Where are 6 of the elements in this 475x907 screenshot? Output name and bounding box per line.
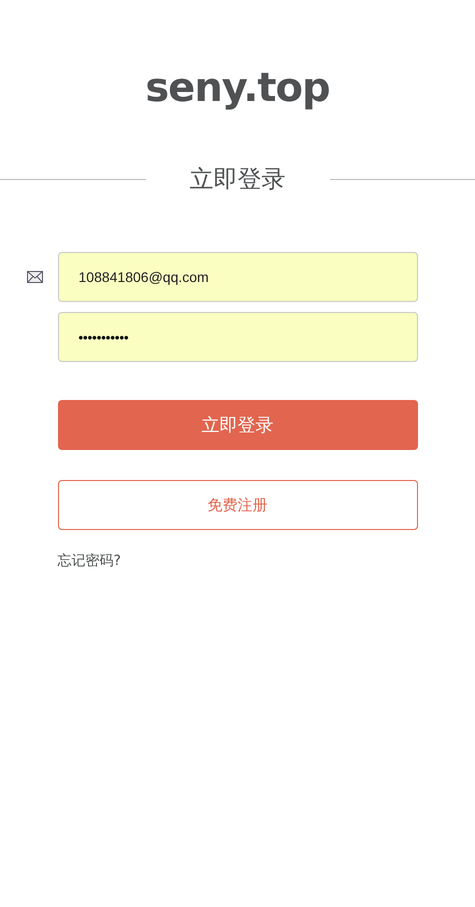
email-field[interactable]: 108841806@qq.com (58, 252, 418, 302)
forgot-password-link[interactable]: 忘记密码? (58, 552, 121, 570)
site-title: seny.top (145, 64, 330, 113)
login-heading: 立即登录 (188, 164, 286, 194)
envelope-icon (26, 271, 42, 283)
password-field[interactable]: ••••••••••• (58, 312, 418, 362)
